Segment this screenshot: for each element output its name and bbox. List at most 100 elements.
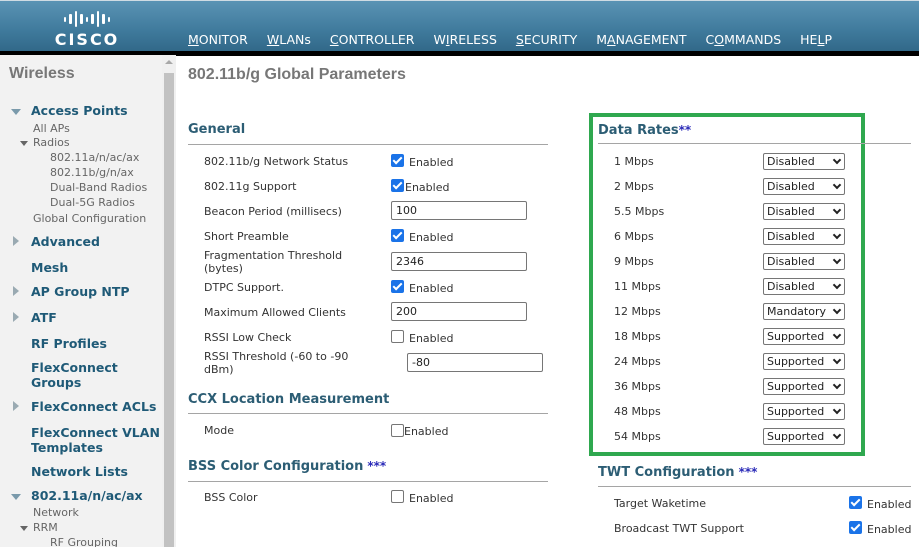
sidebar-item-dual-band[interactable]: Dual-Band Radios bbox=[50, 181, 147, 194]
label-line: dBm) bbox=[204, 363, 234, 376]
sidebar-item-radios[interactable]: Radios bbox=[33, 136, 70, 149]
short-preamble-enabled-label: Enabled bbox=[409, 231, 454, 244]
target-waketime-enabled-label: Enabled bbox=[867, 498, 912, 511]
data-rate-label: 2 Mbps bbox=[614, 180, 654, 193]
chevron-down-icon bbox=[832, 205, 842, 215]
bss-color-label: BSS Color bbox=[204, 491, 258, 504]
ccx-mode-checkbox[interactable] bbox=[391, 424, 404, 437]
sidebar-item-mesh[interactable]: Mesh bbox=[31, 260, 68, 275]
chevron-down-icon bbox=[832, 155, 842, 165]
expand-down-icon[interactable] bbox=[20, 141, 28, 146]
data-rate-select[interactable]: Disabled bbox=[763, 278, 845, 295]
nav-tab-accesskey: O bbox=[714, 32, 725, 47]
sidebar-item-network-lists[interactable]: Network Lists bbox=[31, 464, 128, 479]
nav-tab-text: ONITOR bbox=[198, 32, 248, 47]
sidebar-item-radio-a[interactable]: 802.11a/n/ac/ax bbox=[50, 151, 139, 164]
sidebar-item-rf-grouping[interactable]: RF Grouping bbox=[50, 536, 118, 547]
data-rate-select[interactable]: Supported bbox=[763, 378, 845, 395]
nav-tab-text: M bbox=[596, 32, 608, 47]
sidebar: Wireless Access Points All APs Radios 80… bbox=[0, 55, 176, 547]
label-line: Fragmentation Threshold bbox=[204, 249, 343, 262]
sidebar-item-network[interactable]: Network bbox=[33, 506, 79, 519]
data-rate-value: Disabled bbox=[767, 155, 815, 168]
divider bbox=[598, 143, 911, 144]
data-rate-value: Disabled bbox=[767, 205, 815, 218]
sidebar-item-access-points[interactable]: Access Points bbox=[31, 103, 128, 118]
sidebar-item-global-config[interactable]: Global Configuration bbox=[33, 212, 146, 225]
expand-down-icon[interactable] bbox=[20, 526, 28, 531]
rssi-threshold-label: RSSI Threshold (-60 to -90 dBm) bbox=[204, 350, 348, 376]
sidebar-item-ap-group-ntp[interactable]: AP Group NTP bbox=[31, 284, 130, 299]
data-rate-value: Supported bbox=[767, 405, 825, 418]
broadcast-twt-checkbox[interactable] bbox=[849, 521, 862, 534]
label-line: RSSI Threshold (-60 to -90 bbox=[204, 350, 349, 363]
beacon-period-label: Beacon Period (millisecs) bbox=[204, 205, 342, 218]
nav-tab-accesskey: C bbox=[329, 32, 339, 47]
footnote-stars: ** bbox=[678, 123, 692, 137]
nav-tab-accesskey: W bbox=[266, 32, 280, 47]
data-rate-label: 12 Mbps bbox=[614, 305, 661, 318]
broadcast-twt-label: Broadcast TWT Support bbox=[614, 522, 744, 535]
nav-tab-text: LANs bbox=[279, 32, 311, 47]
network-status-checkbox[interactable] bbox=[391, 154, 404, 167]
short-preamble-label: Short Preamble bbox=[204, 230, 289, 243]
beacon-period-input[interactable]: 100 bbox=[391, 201, 527, 220]
max-clients-input[interactable]: 200 bbox=[391, 302, 527, 321]
g-support-checkbox[interactable] bbox=[391, 179, 404, 192]
sidebar-item-flexconnect-groups[interactable]: FlexConnect Groups bbox=[31, 360, 118, 390]
expand-down-icon[interactable] bbox=[11, 109, 21, 115]
data-rate-select[interactable]: Mandatory bbox=[763, 303, 845, 320]
data-rate-select[interactable]: Supported bbox=[763, 328, 845, 345]
sidebar-item-flexconnect-acls[interactable]: FlexConnect ACLs bbox=[31, 399, 156, 414]
sidebar-item-radio-bg[interactable]: 802.11b/g/n/ax bbox=[50, 166, 134, 179]
data-rate-value: Disabled bbox=[767, 180, 815, 193]
target-waketime-label: Target Waketime bbox=[614, 497, 707, 510]
expand-down-icon[interactable] bbox=[11, 494, 21, 500]
footnote-stars: *** bbox=[738, 465, 758, 479]
bss-color-checkbox[interactable] bbox=[391, 490, 404, 503]
data-rate-select[interactable]: Disabled bbox=[763, 153, 845, 170]
ccx-mode-label: Mode bbox=[204, 424, 234, 437]
sidebar-scrollbar[interactable] bbox=[162, 55, 176, 547]
scrollbar-thumb[interactable] bbox=[164, 73, 174, 547]
sidebar-item-rrm[interactable]: RRM bbox=[33, 521, 58, 534]
rssi-low-check-checkbox[interactable] bbox=[391, 330, 404, 343]
short-preamble-checkbox[interactable] bbox=[391, 229, 404, 242]
chevron-down-icon bbox=[832, 255, 842, 265]
data-rate-select[interactable]: Supported bbox=[763, 428, 845, 445]
expand-right-icon[interactable] bbox=[13, 312, 19, 322]
data-rate-select[interactable]: Supported bbox=[763, 353, 845, 370]
data-rate-select[interactable]: Disabled bbox=[763, 203, 845, 220]
expand-right-icon[interactable] bbox=[13, 236, 19, 246]
nav-tab-text: NAGEMENT bbox=[615, 32, 687, 47]
dtpc-checkbox[interactable] bbox=[391, 280, 404, 293]
scroll-up-icon[interactable] bbox=[165, 60, 173, 64]
data-rate-value: Supported bbox=[767, 355, 825, 368]
frag-threshold-input[interactable]: 2346 bbox=[391, 252, 527, 271]
section-title-text: TWT Configuration bbox=[598, 465, 735, 480]
rssi-threshold-input[interactable]: -80 bbox=[407, 353, 543, 372]
expand-right-icon[interactable] bbox=[13, 401, 19, 411]
sidebar-item-atf[interactable]: ATF bbox=[31, 310, 57, 325]
sidebar-item-all-aps[interactable]: All APs bbox=[33, 122, 70, 135]
expand-right-icon[interactable] bbox=[13, 286, 19, 296]
cisco-logo-text: CISCO bbox=[54, 30, 120, 49]
sidebar-item-80211a[interactable]: 802.11a/n/ac/ax bbox=[31, 488, 143, 503]
g-support-enabled-label: Enabled bbox=[405, 181, 450, 194]
section-title-general: General bbox=[188, 122, 246, 137]
sidebar-item-flexconnect-vlan-templates[interactable]: FlexConnect VLAN Templates bbox=[31, 425, 160, 455]
data-rate-select[interactable]: Disabled bbox=[763, 253, 845, 270]
chevron-down-icon bbox=[832, 305, 842, 315]
data-rate-label: 9 Mbps bbox=[614, 255, 654, 268]
sidebar-item-dual-5g[interactable]: Dual-5G Radios bbox=[50, 196, 135, 209]
target-waketime-checkbox[interactable] bbox=[849, 496, 862, 509]
frag-threshold-label: Fragmentation Threshold (bytes) bbox=[204, 249, 342, 275]
section-title-ccx: CCX Location Measurement bbox=[188, 392, 390, 407]
data-rate-select[interactable]: Supported bbox=[763, 403, 845, 420]
sidebar-item-rf-profiles[interactable]: RF Profiles bbox=[31, 336, 107, 351]
max-clients-label: Maximum Allowed Clients bbox=[204, 306, 346, 319]
data-rate-select[interactable]: Disabled bbox=[763, 178, 845, 195]
chevron-down-icon bbox=[832, 405, 842, 415]
data-rate-select[interactable]: Disabled bbox=[763, 228, 845, 245]
sidebar-item-advanced[interactable]: Advanced bbox=[31, 234, 100, 249]
